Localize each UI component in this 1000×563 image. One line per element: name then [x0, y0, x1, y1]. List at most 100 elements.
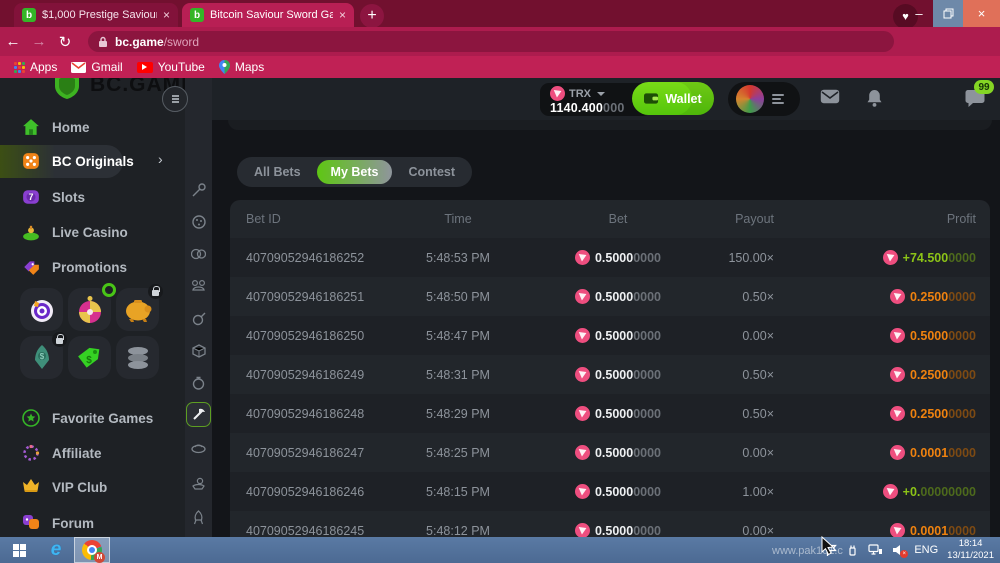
network-icon[interactable] — [868, 544, 883, 556]
bet-id-cell: 40709052946186246 — [238, 485, 378, 499]
tab-close-icon[interactable]: × — [339, 8, 346, 22]
window-minimize-button[interactable]: – — [905, 0, 933, 27]
tab-close-icon[interactable]: × — [163, 8, 170, 22]
bookmark-youtube[interactable]: YouTube — [137, 60, 205, 74]
trx-coin-icon — [575, 406, 590, 421]
bookmark-label: Gmail — [91, 60, 122, 74]
svg-text:$: $ — [39, 352, 44, 361]
tab-my-bets[interactable]: My Bets — [317, 160, 393, 184]
rail-icon-coins[interactable] — [191, 246, 206, 261]
mouse-cursor — [820, 536, 836, 556]
new-tab-button[interactable]: + — [360, 4, 384, 28]
sidebar-item-label: Forum — [52, 516, 94, 531]
bet-id-cell: 40709052946186250 — [238, 329, 378, 343]
rail-icon-stopwatch[interactable] — [191, 375, 206, 390]
address-bar[interactable]: bc.game/sword — [88, 31, 894, 52]
taskbar-clock[interactable]: 18:14 13/11/2021 — [947, 538, 994, 562]
affiliate-icon — [22, 444, 40, 462]
rank-icon — [772, 94, 784, 104]
game-tile-lucky-wheel[interactable] — [68, 288, 111, 331]
rail-icon-bomb[interactable] — [191, 311, 206, 326]
time-cell: 5:48:25 PM — [378, 446, 538, 460]
bookmark-gmail[interactable]: Gmail — [71, 60, 122, 74]
bookmark-apps[interactable]: Apps — [14, 60, 57, 74]
rail-icon-cube[interactable] — [191, 343, 206, 358]
clock-time: 18:14 — [959, 538, 983, 549]
user-avatar[interactable] — [736, 85, 764, 113]
table-row[interactable]: 40709052946186252 5:48:53 PM 0.50000000 … — [230, 238, 990, 277]
favorite-star-icon — [22, 409, 40, 427]
game-tile-coupon[interactable]: $ — [68, 336, 111, 379]
table-row[interactable]: 40709052946186245 5:48:12 PM 0.50000000 … — [238, 511, 982, 537]
back-button[interactable]: ← — [0, 33, 26, 50]
rail-icon-gorilla[interactable] — [191, 278, 206, 293]
trx-coin-icon — [890, 445, 905, 460]
window-restore-button[interactable] — [933, 0, 963, 27]
sidebar-collapse-button[interactable] — [162, 86, 188, 112]
chevron-right-icon[interactable]: › — [158, 151, 163, 167]
table-row[interactable]: 40709052946186246 5:48:15 PM 0.50000000 … — [230, 472, 990, 511]
table-row[interactable]: 40709052946186250 5:48:47 PM 0.50000000 … — [230, 316, 990, 355]
mail-icon[interactable] — [820, 89, 840, 104]
volume-muted-icon[interactable]: × — [892, 544, 905, 556]
url-path: /sword — [164, 35, 199, 49]
table-row[interactable]: 40709052946186248 5:48:29 PM 0.50000000 … — [230, 394, 990, 433]
internet-explorer-icon: e — [51, 539, 62, 561]
chat-unread-badge: 99 — [974, 80, 994, 94]
sidebar-item-promotions[interactable]: Promotions — [0, 253, 185, 281]
crown-icon — [22, 478, 40, 496]
tab-all-bets[interactable]: All Bets — [240, 160, 315, 184]
lock-icon — [98, 36, 108, 48]
bet-amount-cell: 0.50000000 — [538, 289, 698, 304]
youtube-icon — [137, 62, 153, 73]
browser-tab-1[interactable]: b $1,000 Prestige Saviour Sword C × — [14, 3, 178, 27]
wallet-button[interactable]: Wallet — [632, 82, 714, 115]
table-row[interactable]: 40709052946186247 5:48:25 PM 0.50000000 … — [238, 433, 982, 472]
rail-icon-rocket[interactable] — [191, 510, 206, 525]
browser-tab-2[interactable]: b Bitcoin Saviour Sword Game - Pl × — [182, 3, 354, 27]
game-rail — [185, 78, 212, 537]
taskbar-internet-explorer[interactable]: e — [38, 537, 74, 563]
rail-icon-ball[interactable] — [191, 214, 206, 229]
taskbar-chrome-active[interactable]: M — [74, 537, 110, 563]
trx-coin-icon — [575, 328, 590, 343]
payout-cell: 150.00× — [698, 251, 788, 265]
sidebar-item-live-casino[interactable]: Live Casino — [0, 218, 185, 246]
window-close-button[interactable]: × — [963, 0, 1000, 27]
game-tile-piggy-bank[interactable] — [116, 288, 159, 331]
start-button[interactable] — [0, 537, 38, 563]
sidebar-item-slots[interactable]: 7 Slots — [0, 183, 185, 211]
power-plug-icon[interactable] — [846, 544, 859, 557]
sidebar-item-affiliate[interactable]: Affiliate — [0, 439, 185, 467]
tab-contest[interactable]: Contest — [394, 160, 469, 184]
notifications-bell-icon[interactable] — [866, 89, 883, 107]
currency-label: TRX — [569, 88, 591, 100]
profit-cell: 0.00010000 — [788, 445, 982, 460]
sidebar-item-favorite-games[interactable]: Favorite Games — [0, 404, 185, 432]
bet-amount-cell: 0.50000000 — [538, 406, 698, 421]
refresh-button[interactable]: ↻ — [52, 33, 78, 51]
chevron-down-icon — [597, 92, 605, 96]
user-profile-pill[interactable] — [728, 82, 800, 116]
game-tile-spin-target[interactable] — [20, 288, 63, 331]
bet-id-cell: 40709052946186247 — [238, 446, 378, 460]
rail-icon-ufo-eye[interactable] — [191, 441, 206, 456]
table-row[interactable]: 40709052946186249 5:48:31 PM 0.50000000 … — [238, 355, 982, 394]
game-tile-coins-disabled[interactable] — [116, 336, 159, 379]
sidebar-item-vip-club[interactable]: VIP Club — [0, 473, 185, 501]
rail-icon-hand-coin[interactable] — [191, 476, 206, 491]
forward-button[interactable]: → — [26, 33, 52, 50]
rail-icon-pickaxe-selected[interactable] — [186, 402, 211, 427]
bets-table: Bet ID Time Bet Payout Profit 4070905294… — [230, 200, 990, 537]
language-indicator[interactable]: ENG — [914, 544, 938, 556]
sidebar-item-home[interactable]: Home — [0, 113, 185, 141]
browser-tab-strip: b $1,000 Prestige Saviour Sword C × b Bi… — [0, 0, 1000, 27]
chrome-profile-badge: M — [94, 552, 105, 563]
sidebar-item-label: Affiliate — [52, 446, 102, 461]
rail-icon-comet[interactable] — [191, 182, 206, 197]
game-tile-rocket-locked[interactable]: $ — [20, 336, 63, 379]
bookmark-maps[interactable]: Maps — [219, 60, 264, 74]
table-row[interactable]: 40709052946186251 5:48:50 PM 0.50000000 … — [238, 277, 982, 316]
clock-date: 13/11/2021 — [947, 550, 994, 561]
sidebar-item-forum[interactable]: Forum — [0, 509, 185, 537]
